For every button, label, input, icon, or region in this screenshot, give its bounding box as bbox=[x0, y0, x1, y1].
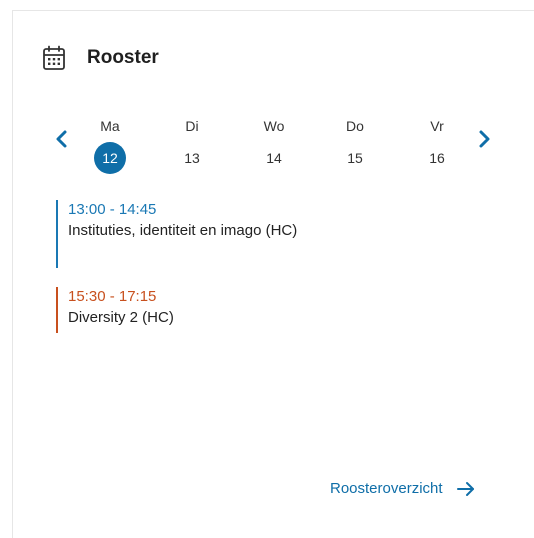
chevron-right-icon bbox=[479, 130, 490, 148]
day-thursday[interactable]: Do 15 bbox=[325, 116, 385, 174]
day-name: Di bbox=[185, 118, 199, 134]
event-color-bar bbox=[56, 200, 58, 268]
schedule-overview-link[interactable]: Roosteroverzicht bbox=[330, 479, 475, 499]
chevron-left-icon bbox=[56, 130, 67, 148]
event-title: Instituties, identiteit en imago (HC) bbox=[68, 222, 298, 239]
widget-header: Rooster bbox=[42, 45, 159, 71]
calendar-icon bbox=[42, 45, 66, 71]
day-number: 12 bbox=[94, 142, 126, 174]
schedule-event[interactable]: 15:30 - 17:15 Diversity 2 (HC) bbox=[56, 287, 306, 333]
day-number: 16 bbox=[429, 150, 445, 166]
day-name: Ma bbox=[100, 118, 120, 134]
day-wednesday[interactable]: Wo 14 bbox=[244, 116, 304, 174]
event-title: Diversity 2 (HC) bbox=[68, 309, 174, 326]
day-name: Do bbox=[346, 118, 364, 134]
schedule-card bbox=[12, 10, 534, 538]
arrow-right-icon bbox=[456, 481, 475, 497]
event-color-bar bbox=[56, 287, 58, 333]
widget-title: Rooster bbox=[87, 47, 159, 68]
event-time: 13:00 - 14:45 bbox=[68, 201, 157, 218]
schedule-overview-label: Roosteroverzicht bbox=[330, 480, 443, 497]
day-friday[interactable]: Vr 16 bbox=[407, 116, 467, 174]
day-monday[interactable]: Ma 12 bbox=[80, 116, 140, 174]
day-tuesday[interactable]: Di 13 bbox=[162, 116, 222, 174]
day-number: 15 bbox=[347, 150, 363, 166]
day-name: Wo bbox=[263, 118, 285, 134]
week-day-selector: Ma 12 Di 13 Wo 14 Do 15 Vr 16 bbox=[78, 116, 478, 178]
schedule-event[interactable]: 13:00 - 14:45 Instituties, identiteit en… bbox=[56, 200, 306, 268]
previous-week-button[interactable] bbox=[52, 127, 72, 151]
next-week-button[interactable] bbox=[474, 127, 494, 151]
event-time: 15:30 - 17:15 bbox=[68, 288, 157, 305]
day-number: 14 bbox=[266, 150, 282, 166]
day-number: 13 bbox=[184, 150, 200, 166]
day-name: Vr bbox=[430, 118, 444, 134]
